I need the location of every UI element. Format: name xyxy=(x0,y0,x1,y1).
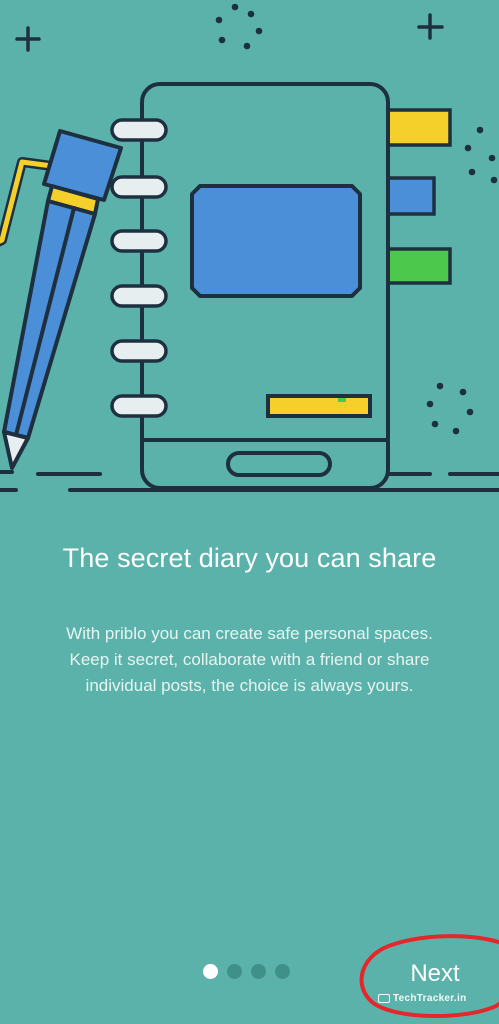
page-indicator-dot-active[interactable] xyxy=(203,963,218,979)
page-indicator xyxy=(203,963,290,979)
page-indicator-dot[interactable] xyxy=(251,963,266,979)
notebook-tabs xyxy=(384,108,452,285)
pen-icon xyxy=(0,129,123,470)
page-indicator-dot[interactable] xyxy=(275,963,290,979)
description-line: individual posts, the choice is always y… xyxy=(85,676,414,695)
diary-illustration xyxy=(0,3,499,492)
page-indicator-dot[interactable] xyxy=(227,963,242,979)
watermark-text: TechTracker.in xyxy=(393,992,467,1004)
monitor-icon xyxy=(378,993,390,1003)
dot-cluster-decoration xyxy=(215,3,263,50)
description-line: Keep it secret, collaborate with a frien… xyxy=(69,650,430,669)
dot-cluster-decoration xyxy=(426,382,474,435)
plus-icon xyxy=(417,13,444,40)
onboarding-screen: The secret diary you can share With prib… xyxy=(0,0,499,1024)
page-title: The secret diary you can share xyxy=(62,543,437,573)
notebook xyxy=(140,82,390,490)
dot-cluster-decoration xyxy=(464,126,498,184)
plus-icon xyxy=(15,26,41,52)
onboarding-description: With priblo you can create safe personal… xyxy=(22,621,477,699)
description-line: With priblo you can create safe personal… xyxy=(66,624,433,643)
watermark: TechTracker.in xyxy=(378,990,467,1006)
next-button[interactable]: Next xyxy=(395,955,475,993)
